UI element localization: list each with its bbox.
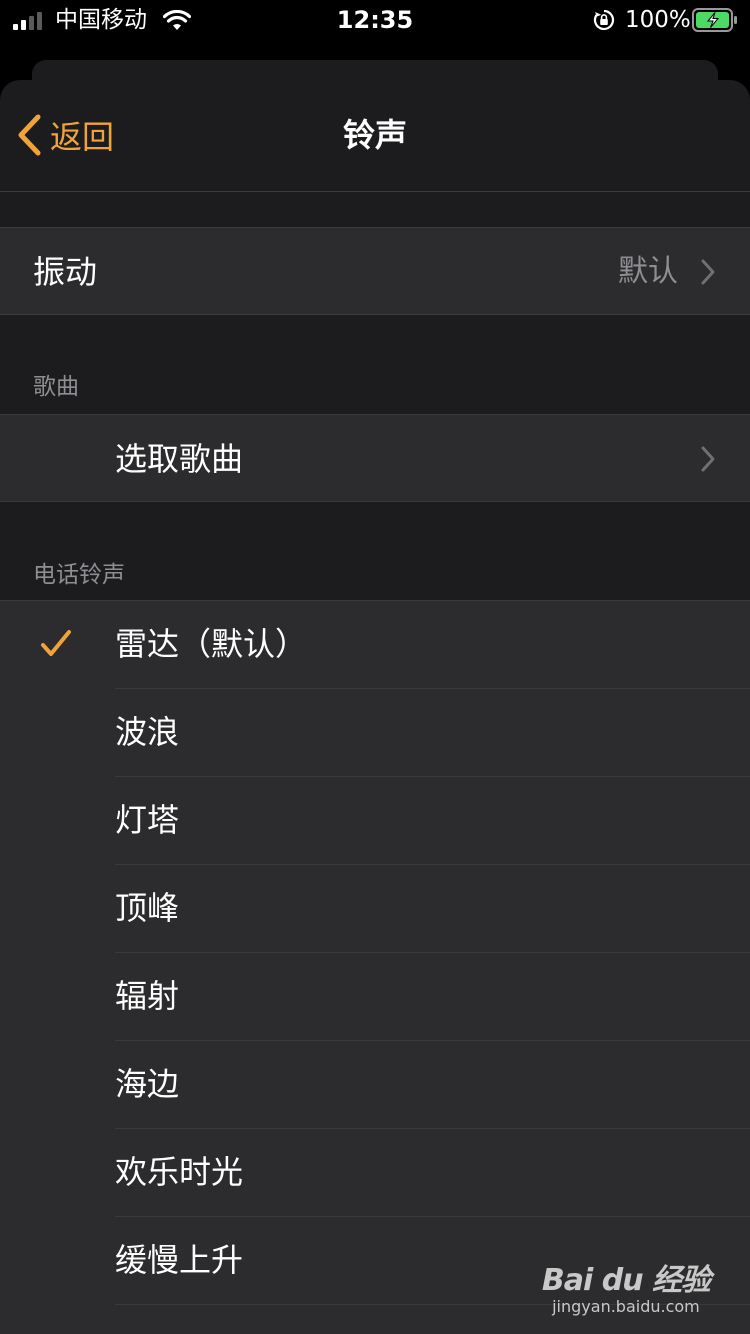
ringtone-row[interactable]: 欢乐时光 bbox=[0, 1129, 750, 1217]
chevron-right-icon bbox=[701, 446, 715, 472]
ringtone-label: 顶峰 bbox=[115, 889, 180, 927]
ringtone-row[interactable]: 波浪 bbox=[0, 689, 750, 777]
watermark-logo-text: Bai du 经验 bbox=[541, 1263, 711, 1298]
chevron-right-icon bbox=[701, 259, 715, 285]
vibration-label: 振动 bbox=[33, 253, 98, 291]
ringtone-row[interactable]: 海边 bbox=[0, 1041, 750, 1129]
songs-section-header: 歌曲 bbox=[33, 374, 79, 400]
ringtone-sheet: 返回 铃声 振动 默认 歌曲 选取歌曲 电话铃声 雷达（默认） 波浪 灯塔 顶峰… bbox=[0, 80, 750, 1334]
ringtone-label: 波浪 bbox=[115, 713, 180, 751]
ringtone-label: 海边 bbox=[115, 1065, 180, 1103]
status-bar: 中国移动 12:35 100% bbox=[0, 0, 750, 40]
ringtone-label: 缓慢上升 bbox=[115, 1241, 244, 1279]
ringtone-list: 雷达（默认） 波浪 灯塔 顶峰 辐射 海边 欢乐时光 缓慢上升 bbox=[0, 600, 750, 1334]
ringtone-label: 欢乐时光 bbox=[115, 1153, 244, 1191]
ringtone-label: 雷达（默认） bbox=[115, 625, 308, 663]
ringtone-row[interactable]: 灯塔 bbox=[0, 777, 750, 865]
rotation-lock-icon bbox=[593, 9, 615, 35]
pick-song-label: 选取歌曲 bbox=[115, 440, 244, 478]
navigation-bar: 返回 铃声 bbox=[0, 80, 750, 192]
watermark-url: jingyan.baidu.com bbox=[552, 1297, 700, 1316]
battery-charging-icon bbox=[692, 8, 738, 36]
battery-percentage: 100% bbox=[625, 7, 691, 33]
checkmark-icon bbox=[41, 630, 71, 656]
ringtone-row[interactable]: 辐射 bbox=[0, 953, 750, 1041]
ringtone-label: 辐射 bbox=[115, 977, 180, 1015]
page-title: 铃声 bbox=[342, 116, 407, 154]
ringtone-row-selected[interactable]: 雷达（默认） bbox=[0, 601, 750, 689]
vibration-value: 默认 bbox=[618, 254, 678, 289]
vibration-row[interactable]: 振动 默认 bbox=[0, 227, 750, 315]
baidu-watermark-logo: Bai du 经验 jingyan.baidu.com bbox=[541, 1255, 711, 1316]
ringtones-section-header: 电话铃声 bbox=[33, 562, 125, 588]
pick-song-row[interactable]: 选取歌曲 bbox=[0, 414, 750, 502]
ringtone-label: 灯塔 bbox=[115, 801, 180, 839]
ringtone-row[interactable]: 顶峰 bbox=[0, 865, 750, 953]
